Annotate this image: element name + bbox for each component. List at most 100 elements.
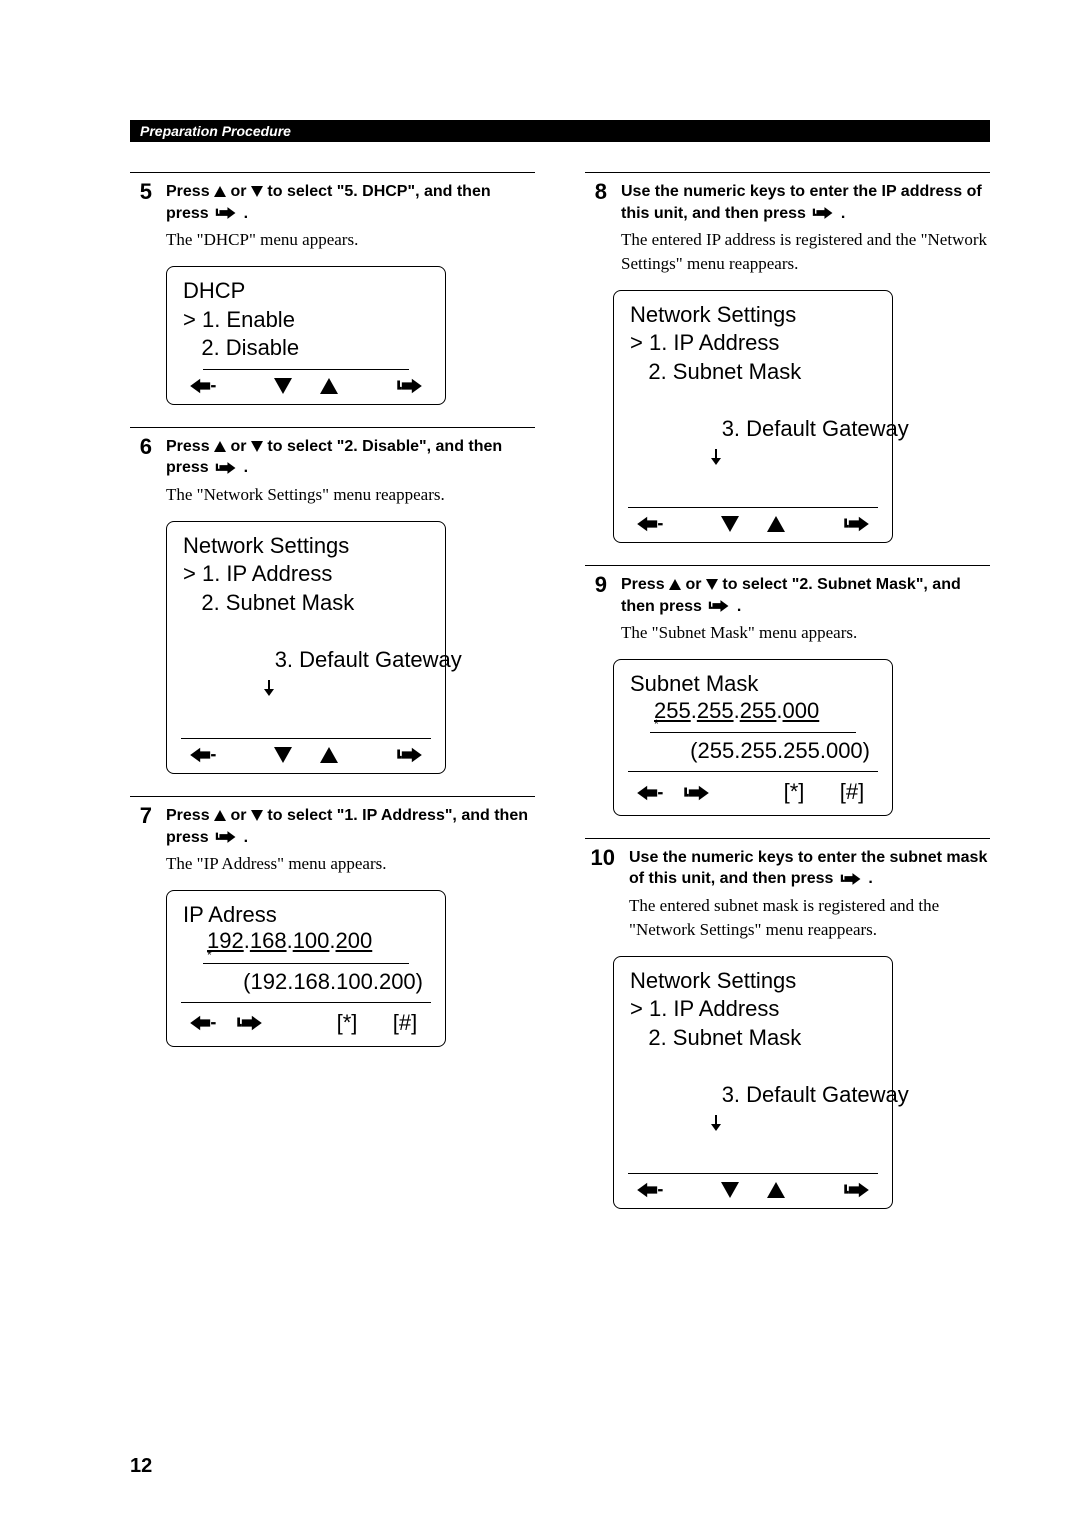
lcd-footer: [*] [#] [183,1007,429,1038]
lcd-line: > 1. IP Address [630,995,876,1024]
enter-icon [810,205,836,221]
lcd-line: 3. Default Gateway [183,618,429,732]
step-instruction: Use the numeric keys to enter the IP add… [621,181,990,224]
lcd-line: 2. Subnet Mask [183,589,429,618]
step-result: The "Subnet Mask" menu appears. [621,621,990,645]
ip-octet: 168 [250,928,287,953]
page-number: 12 [130,1455,152,1478]
enter-icon [395,745,425,765]
text: 3. Default Gateway [703,416,908,441]
enter-icon [842,1180,872,1200]
lcd-line: 2. Subnet Mask [630,358,876,387]
text: . [244,205,248,222]
enter-icon [213,829,239,845]
down-arrow-icon [251,810,263,821]
ip-octet: 255 [740,698,777,723]
text: Use the numeric keys to enter the subnet… [629,849,987,888]
lcd-line: 2. Subnet Mask [630,1024,876,1053]
enter-icon [838,871,864,887]
step-result: The entered subnet mask is registered an… [629,894,990,942]
step-instruction: Press or to select "5. DHCP", and then p… [166,181,535,224]
enter-icon [842,514,872,534]
lcd-title: Subnet Mask [630,670,876,699]
up-arrow-icon [214,186,226,197]
lcd-footer: [*] [#] [630,776,876,807]
lcd-footer [183,743,429,765]
up-arrow-icon [320,747,338,763]
divider [181,738,431,739]
star-key: [*] [327,1009,367,1038]
step-6: 6 Press or to select "2. Disable", and t… [130,427,535,774]
up-arrow-icon [214,810,226,821]
lcd-title: DHCP [183,277,429,306]
up-arrow-icon [214,441,226,452]
lcd-title: Network Settings [630,967,876,996]
step-number: 9 [585,574,607,596]
step-instruction: Press or to select "2. Subnet Mask", and… [621,574,990,617]
up-arrow-icon [669,579,681,590]
scroll-down-icon [709,449,723,467]
divider [203,963,409,964]
lcd-screen-subnet: Subnet Mask 255.255.255.000 * (255.255.2… [613,659,893,816]
text: Press [166,183,214,200]
ip-input-line: 192.168.100.200 * [183,929,429,956]
scroll-down-icon [262,680,276,698]
text: Press [166,438,214,455]
step-7: 7 Press or to select "1. IP Address", an… [130,796,535,1047]
lcd-line: > 1. IP Address [630,329,876,358]
text: 3. Default Gateway [256,647,461,672]
saved-ip: (192.168.100.200) [183,968,429,997]
lcd-footer [630,512,876,534]
lcd-line: 2. Disable [183,334,429,363]
down-arrow-icon [721,1182,739,1198]
step-result: The entered IP address is registered and… [621,228,990,276]
text: . [244,829,248,846]
lcd-line: 3. Default Gateway [630,1052,876,1166]
lcd-line: > 1. IP Address [183,560,429,589]
divider [628,1173,878,1174]
down-arrow-icon [251,441,263,452]
lcd-line: > 1. Enable [183,306,429,335]
step-9: 9 Press or to select "2. Subnet Mask", a… [585,565,990,816]
ip-octet: 200 [336,928,373,953]
down-arrow-icon [274,378,292,394]
lcd-title: Network Settings [630,301,876,330]
enter-icon [213,460,239,476]
back-icon [634,514,664,534]
lcd-footer [630,1178,876,1200]
lcd-line: 3. Default Gateway [630,387,876,501]
step-8: 8 Use the numeric keys to enter the IP a… [585,172,990,543]
up-arrow-icon [767,1182,785,1198]
back-icon [634,1180,664,1200]
down-arrow-icon [274,747,292,763]
lcd-screen-network: Network Settings > 1. IP Address 2. Subn… [166,521,446,774]
ip-octet: 255 [697,698,734,723]
enter-icon [706,598,732,614]
divider [628,771,878,772]
ip-octet: 192 [207,928,244,953]
step-number: 5 [130,181,152,203]
step-number: 6 [130,436,152,458]
lcd-screen-network: Network Settings > 1. IP Address 2. Subn… [613,290,893,543]
up-arrow-icon [767,516,785,532]
hash-key: [#] [832,778,872,807]
back-icon [634,783,664,803]
down-arrow-icon [706,579,718,590]
section-header: Preparation Procedure [130,120,990,142]
text: . [737,598,741,615]
text: or [231,807,251,824]
text: Use the numeric keys to enter the IP add… [621,183,982,222]
ip-octet: 100 [293,928,330,953]
hash-key: [#] [385,1009,425,1038]
divider [181,1002,431,1003]
step-instruction: Use the numeric keys to enter the subnet… [629,847,990,890]
lcd-title: Network Settings [183,532,429,561]
text: . [244,459,248,476]
text: 3. Default Gateway [703,1082,908,1107]
divider [203,369,409,370]
up-arrow-icon [320,378,338,394]
down-arrow-icon [721,516,739,532]
text: or [231,183,251,200]
enter-icon [682,783,712,803]
text: Press [621,576,669,593]
